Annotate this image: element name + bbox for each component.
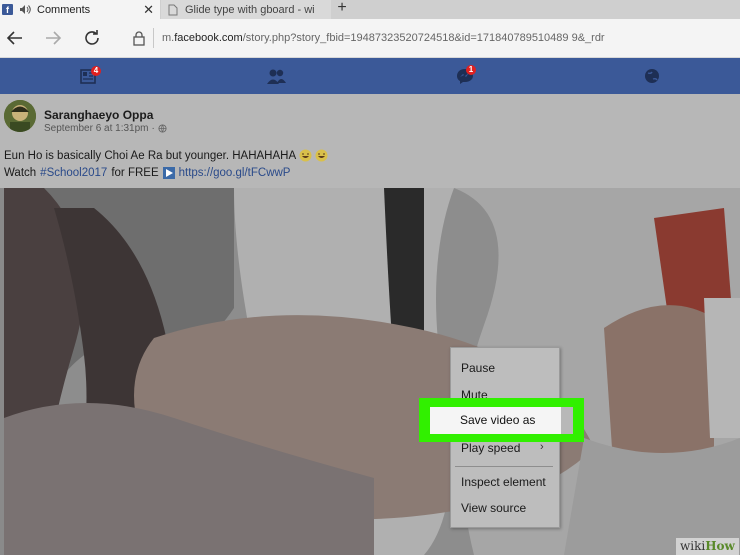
url-domain: facebook.com [174,32,243,44]
close-tab-icon[interactable]: ✕ [143,2,154,18]
play-icon [162,167,175,179]
hashtag-link[interactable]: #School2017 [40,167,107,179]
wikihow-watermark: wikiHow [676,538,739,555]
post: Saranghaeyo Oppa September 6 at 1:31pm ·… [0,94,740,188]
notifications-globe-icon[interactable] [641,66,663,86]
avatar-image [4,100,36,132]
laughing-emoji-icon [315,149,328,162]
post-text-free: for FREE [111,167,159,179]
save-video-as-label: Save video as [460,413,536,427]
refresh-icon[interactable] [81,27,103,49]
back-icon[interactable] [4,27,26,49]
highlight-edge [561,407,573,434]
messages-badge: 1 [466,65,476,75]
page-icon [168,4,178,15]
speaker-icon[interactable] [19,4,31,15]
menu-item-view-source[interactable]: View source [461,501,526,515]
meta-dot: · [151,123,155,134]
post-text: Eun Ho is basically Choi Ae Ra but young… [4,149,297,162]
friend-requests-icon[interactable] [265,66,287,86]
submenu-arrow-icon: › [540,441,544,453]
video-frame [4,188,740,555]
avatar[interactable] [4,100,36,132]
tab-title: Glide type with gboard - wi [185,3,315,16]
lock-icon[interactable] [132,30,146,46]
menu-item-inspect-element[interactable]: Inspect element [461,475,546,489]
post-author[interactable]: Saranghaeyo Oppa [44,108,153,122]
menu-divider [455,466,553,467]
post-meta: September 6 at 1:31pm · [44,123,167,134]
video-player[interactable] [4,188,740,555]
address-bar[interactable]: m.facebook.com/story.php?story_fbid=1948… [162,32,605,44]
post-text-line-1: Eun Ho is basically Choi Ae Ra but young… [4,149,328,162]
public-globe-icon [158,124,167,133]
feed-badge: 4 [91,66,101,76]
external-link[interactable]: https://goo.gl/tFCwwP [179,167,291,179]
address-divider [153,28,154,48]
post-text-line-2: Watch #School2017 for FREE https://goo.g… [4,167,290,179]
navigation-bar: m.facebook.com/story.php?story_fbid=1948… [0,19,740,58]
new-tab-icon[interactable]: + [334,0,350,17]
url-prefix: m. [162,32,175,44]
post-timestamp[interactable]: September 6 at 1:31pm [44,123,149,134]
tab-comments[interactable]: f Comments ✕ [0,0,160,19]
facebook-favicon-icon: f [2,4,13,15]
post-text-watch: Watch [4,167,37,179]
menu-item-play-speed[interactable]: Play speed [461,441,520,455]
forward-icon[interactable] [42,27,64,49]
laughing-emoji-icon [299,149,312,162]
url-path: /story.php?story_fbid=19487323520724518&… [242,32,605,44]
tab-title: Comments [37,3,91,16]
menu-item-pause[interactable]: Pause [461,361,495,375]
tab-strip: f Comments ✕ Glide type with gboard - wi… [0,0,740,19]
facebook-nav-bar: 4 1 [0,58,740,94]
tab-glide-type[interactable]: Glide type with gboard - wi [161,0,331,19]
